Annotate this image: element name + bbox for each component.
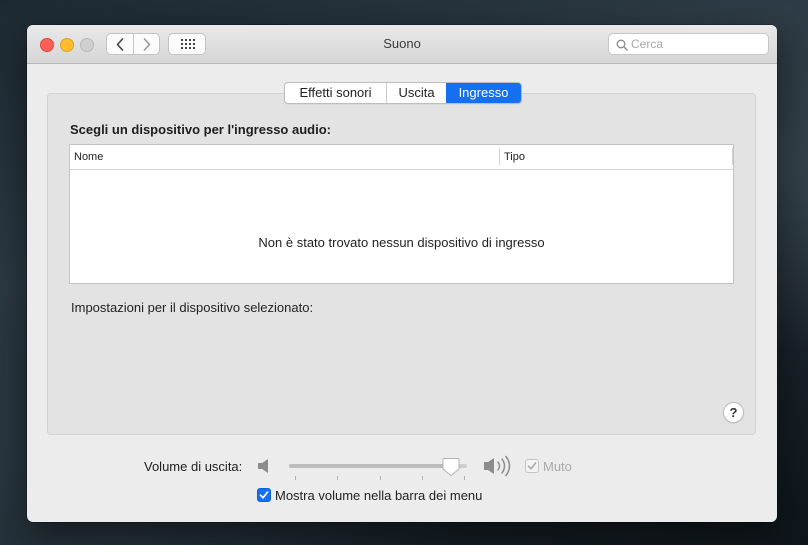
output-volume-label: Volume di uscita: [144,459,243,474]
column-divider [732,148,733,165]
speaker-high-icon [484,455,511,477]
tab-uscita[interactable]: Uscita [386,83,446,103]
search-field[interactable] [608,33,769,55]
search-icon [616,39,628,51]
checkmark-icon [259,491,269,499]
speaker-low-icon [258,459,268,473]
mute-checkbox[interactable] [525,459,539,473]
input-device-table[interactable]: Nome Tipo Non è stato trovato nessun dis… [69,144,734,284]
show-volume-in-menubar-checkbox[interactable] [257,488,271,502]
search-input[interactable] [631,36,763,52]
help-button[interactable]: ? [723,402,744,423]
column-header-type[interactable]: Tipo [504,151,525,163]
selected-device-settings-label: Impostazioni per il dispositivo selezion… [71,300,314,315]
title-bar: Suono [27,25,777,64]
tab-bar: Effetti sonori Uscita Ingresso [284,82,522,104]
slider-knob[interactable] [442,457,460,477]
slider-tick [337,476,338,480]
show-volume-in-menubar-label: Mostra volume nella barra dei menu [275,488,483,503]
output-volume-slider[interactable] [289,464,467,468]
slider-tick [380,476,381,480]
table-header: Nome Tipo [70,145,733,170]
empty-table-message: Non è stato trovato nessun dispositivo d… [258,235,545,250]
slider-tick [464,476,465,480]
slider-tick [422,476,423,480]
column-divider[interactable] [499,148,500,165]
help-icon: ? [729,405,738,420]
slider-fill [289,464,451,468]
column-header-name[interactable]: Nome [74,151,103,163]
mute-label: Muto [543,459,572,474]
checkmark-icon [527,462,537,470]
tab-effetti-sonori[interactable]: Effetti sonori [285,83,386,103]
sound-preferences-window: Suono Effetti sonori Uscita Ingresso Sce… [27,25,777,522]
slider-tick [295,476,296,480]
tab-ingresso[interactable]: Ingresso [446,83,521,103]
input-device-heading: Scegli un dispositivo per l'ingresso aud… [70,122,331,137]
